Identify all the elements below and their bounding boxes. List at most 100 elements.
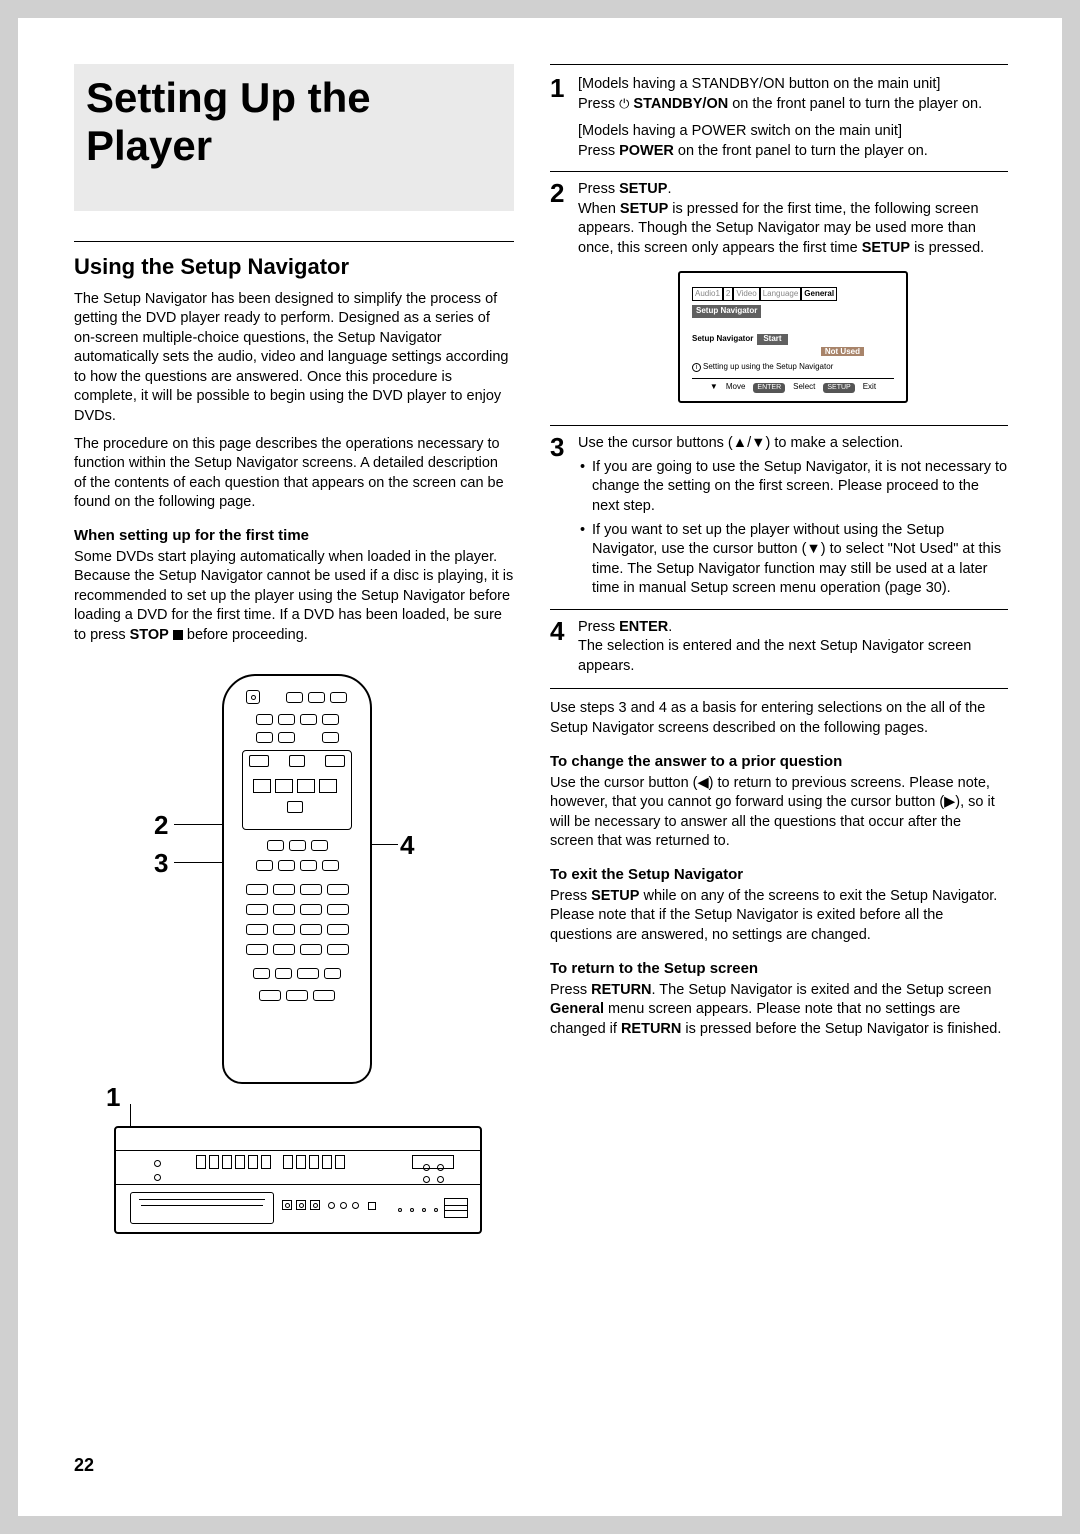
remote-btn	[327, 904, 349, 915]
two-column-layout: Setting Up the Player Using the Setup Na…	[74, 64, 1008, 1264]
remote-btn	[300, 944, 322, 955]
step4-body: The selection is entered and the next Se…	[578, 637, 1008, 676]
step-number: 3	[550, 434, 578, 599]
remote-btn	[289, 755, 305, 767]
step1-line4: Press POWER on the front panel to turn t…	[578, 142, 1008, 162]
remote-btn	[300, 924, 322, 935]
unit-dot	[422, 1208, 426, 1212]
osd-tab-video: Video	[733, 287, 759, 302]
step2-body: When SETUP is pressed for the first time…	[578, 200, 1008, 259]
remote-btn	[300, 714, 317, 725]
osd-row: Setup Navigator Start	[692, 334, 894, 345]
remote-btn	[267, 840, 284, 851]
unit-jog	[444, 1198, 468, 1218]
remote-btn	[322, 714, 339, 725]
section-rule	[74, 241, 514, 242]
remote-btn	[278, 860, 295, 871]
remote-btn	[273, 884, 295, 895]
osd-footer: ▼Move ENTERSelect SETUPExit	[692, 378, 894, 393]
remote-btn	[246, 924, 268, 935]
step-1: 1 [Models having a STANDBY/ON button on …	[550, 65, 1008, 161]
setup-key-icon: SETUP	[823, 383, 854, 392]
remote-btn	[322, 732, 339, 743]
unit-window	[412, 1155, 454, 1169]
after-intro: Use steps 3 and 4 as a basis for enterin…	[550, 699, 1008, 738]
down-icon: ▼	[710, 382, 718, 393]
osd-tab-audio1: Audio1	[692, 287, 723, 302]
step3-head: Use the cursor buttons (▲/▼) to make a s…	[578, 434, 1008, 454]
remote-body	[222, 674, 372, 1084]
disc-tray	[130, 1192, 274, 1224]
remote-btn	[246, 944, 268, 955]
chapter-title: Setting Up the Player	[86, 74, 502, 171]
osd-tabs: Audio1 2 Video Language General	[692, 287, 894, 302]
osd-tab-language: Language	[760, 287, 802, 302]
remote-btn	[253, 779, 271, 793]
player-unit	[114, 1126, 482, 1234]
exit-heading: To exit the Setup Navigator	[550, 866, 1008, 883]
remote-btn	[246, 904, 268, 915]
section-heading: Using the Setup Navigator	[74, 254, 514, 280]
osd-tab-audio2: 2	[723, 287, 733, 302]
unit-indicator	[437, 1164, 444, 1171]
remote-btn	[249, 755, 269, 767]
remote-btn	[319, 779, 337, 793]
remote-btn	[300, 884, 322, 895]
unit-indicator	[154, 1160, 161, 1167]
remote-btn	[286, 692, 303, 703]
power-icon	[619, 96, 629, 112]
first-time-text-b: before proceeding.	[183, 627, 308, 643]
remote-btn	[246, 884, 268, 895]
remote-btn	[327, 944, 349, 955]
osd-not-used: Not Used	[692, 345, 894, 358]
remote-btn	[330, 692, 347, 703]
step-2: 2 Press SETUP. When SETUP is pressed for…	[550, 171, 1008, 415]
step2-head: Press SETUP.	[578, 180, 1008, 200]
return-heading: To return to the Setup screen	[550, 960, 1008, 977]
remote-btn	[275, 968, 292, 979]
right-column: 1 [Models having a STANDBY/ON button on …	[550, 64, 1008, 1264]
osd-tab-general: General	[801, 287, 837, 302]
remote-btn	[286, 990, 308, 1001]
remote-btn	[253, 968, 270, 979]
osd-row-label: Setup Navigator	[692, 334, 753, 345]
remote-btn	[322, 860, 339, 871]
unit-dot	[398, 1208, 402, 1212]
unit-line	[116, 1150, 480, 1151]
remote-btn	[287, 801, 303, 813]
remote-btn	[273, 904, 295, 915]
exit-text: Press SETUP while on any of the screens …	[550, 887, 1008, 946]
remote-btn	[327, 884, 349, 895]
remote-btn	[273, 924, 295, 935]
unit-button	[352, 1202, 359, 1209]
remote-btn	[289, 840, 306, 851]
step3-bullet-2: If you want to set up the player without…	[578, 521, 1008, 599]
unit-display	[196, 1155, 356, 1173]
step-4: 4 Press ENTER. The selection is entered …	[550, 609, 1008, 677]
callout-2: 2	[154, 810, 168, 841]
unit-button	[368, 1202, 376, 1210]
remote-btn	[313, 990, 335, 1001]
remote-diagram: 2 3 4 1	[74, 674, 514, 1264]
remote-btn	[275, 779, 293, 793]
step1-line3: [Models having a POWER switch on the mai…	[578, 122, 1008, 142]
stop-label: STOP	[130, 627, 169, 643]
unit-indicator	[154, 1174, 161, 1181]
remote-btn	[278, 732, 295, 743]
stop-icon	[173, 630, 183, 640]
remote-btn	[324, 968, 341, 979]
step3-bullet-1: If you are going to use the Setup Naviga…	[578, 458, 1008, 517]
unit-button	[296, 1200, 306, 1210]
remote-btn	[300, 904, 322, 915]
osd-info: iSetting up using the Setup Navigator	[692, 362, 894, 373]
first-time-heading: When setting up for the first time	[74, 527, 514, 544]
unit-button	[328, 1202, 335, 1209]
callout-4: 4	[400, 830, 414, 861]
remote-control	[222, 674, 372, 1084]
callout-3: 3	[154, 848, 168, 879]
remote-btn	[256, 860, 273, 871]
remote-btn	[300, 860, 317, 871]
unit-button	[282, 1200, 292, 1210]
step-3: 3 Use the cursor buttons (▲/▼) to make a…	[550, 425, 1008, 599]
return-text: Press RETURN. The Setup Navigator is exi…	[550, 981, 1008, 1040]
